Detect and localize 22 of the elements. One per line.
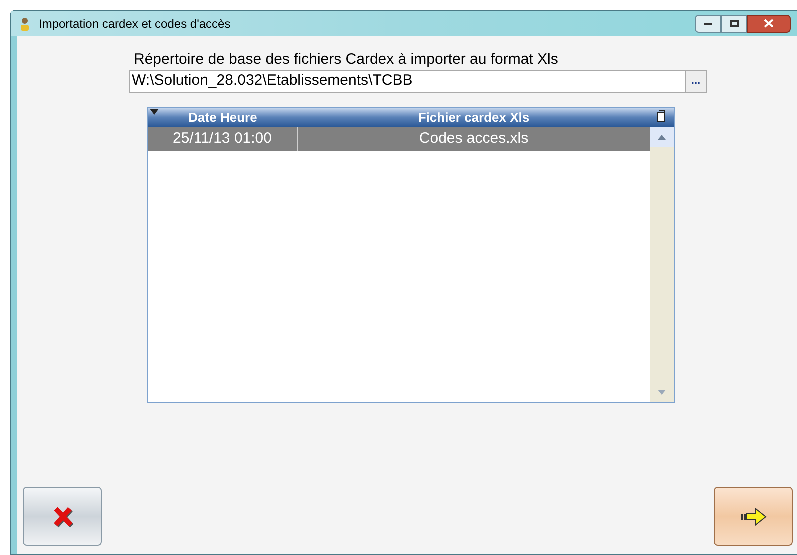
column-header[interactable]: Fichier cardex Xls xyxy=(298,108,674,127)
table-cell: 25/11/13 01:00 xyxy=(148,127,298,151)
cancel-button[interactable] xyxy=(23,487,102,546)
close-button[interactable] xyxy=(747,14,791,32)
arrow-right-icon xyxy=(740,508,766,526)
cross-icon xyxy=(52,506,74,528)
scroll-up-icon[interactable] xyxy=(658,134,666,140)
minimize-button[interactable] xyxy=(695,14,721,32)
folder-path-field[interactable]: W:\Solution_28.032\Etablissements\TCBB xyxy=(129,70,686,93)
browse-button[interactable]: ... xyxy=(686,70,707,93)
close-icon xyxy=(764,19,774,28)
copy-icon[interactable] xyxy=(657,110,666,123)
maximize-button[interactable] xyxy=(721,14,747,32)
next-button[interactable] xyxy=(714,487,793,546)
column-header[interactable]: Date Heure xyxy=(148,108,298,127)
scrollbar[interactable] xyxy=(650,127,674,402)
table-row[interactable]: 25/11/13 01:00 Codes acces.xls xyxy=(148,127,650,151)
person-icon xyxy=(19,16,31,30)
folder-label: Répertoire de base des fichiers Cardex à importer au format Xls xyxy=(133,50,560,70)
dropdown-icon[interactable] xyxy=(150,109,159,115)
table-cell-text: Codes acces.xls xyxy=(418,128,530,149)
window-title: Importation cardex et codes d'accès xyxy=(39,16,231,32)
